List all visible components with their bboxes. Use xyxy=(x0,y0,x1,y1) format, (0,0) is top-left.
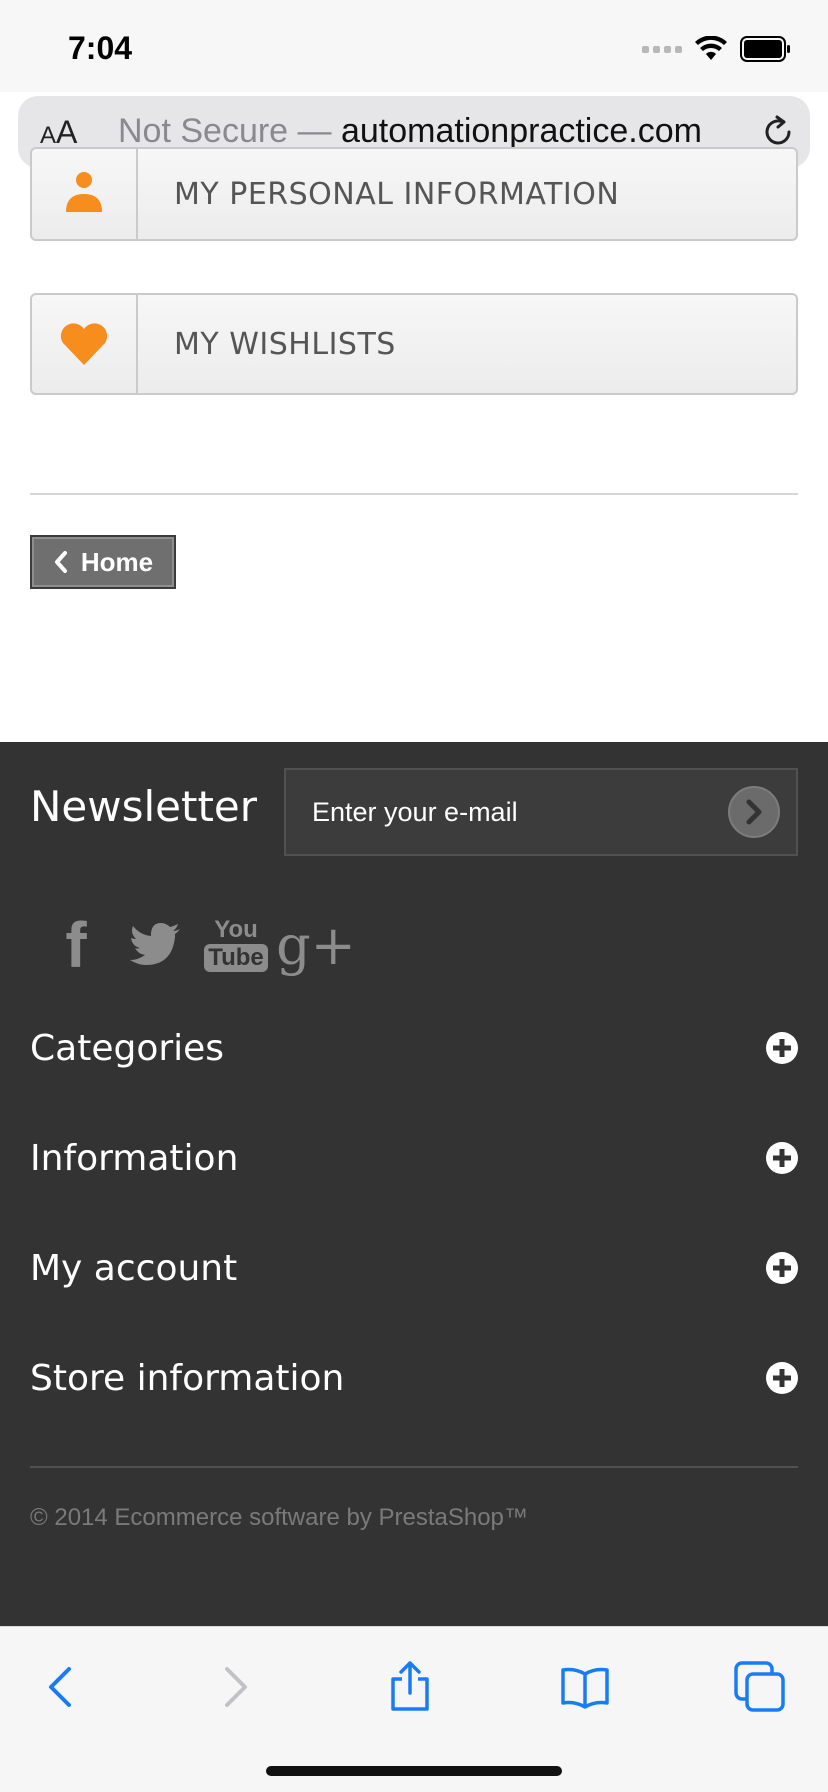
status-bar: 7:04 AA Not Secure — automationpractice.… xyxy=(0,0,828,168)
section-title: Store information xyxy=(30,1357,345,1399)
footer-section-store-information[interactable]: Store information xyxy=(30,1348,798,1408)
divider xyxy=(30,493,798,495)
forward-icon xyxy=(225,1667,247,1707)
plus-circle-icon[interactable] xyxy=(766,1252,798,1284)
footer-section-categories[interactable]: Categories xyxy=(30,1018,798,1078)
status-time: 7:04 xyxy=(68,30,133,66)
bookmarks-button[interactable] xyxy=(555,1657,615,1717)
safari-toolbar xyxy=(0,1626,828,1792)
plus-circle-icon[interactable] xyxy=(766,1032,798,1064)
twitter-icon[interactable] xyxy=(130,914,182,976)
plus-circle-icon[interactable] xyxy=(766,1142,798,1174)
footer-divider xyxy=(30,1466,798,1468)
cellular-signal-icon xyxy=(642,45,682,53)
url-text[interactable]: Not Secure — automationpractice.com xyxy=(118,112,702,151)
newsletter-submit-button[interactable] xyxy=(728,786,780,838)
my-personal-information-link[interactable]: MY PERSONAL INFORMATION xyxy=(30,147,798,241)
footer-section-my-account[interactable]: My account xyxy=(30,1238,798,1298)
home-button-label: Home xyxy=(80,546,154,577)
share-button[interactable] xyxy=(380,1657,440,1717)
user-icon xyxy=(66,172,102,212)
icon-cell xyxy=(32,295,138,393)
plus-circle-icon[interactable] xyxy=(766,1362,798,1394)
chevron-right-icon xyxy=(746,799,762,825)
heart-icon xyxy=(60,323,108,365)
text-size-button[interactable]: AA xyxy=(40,114,77,151)
footer-section-information[interactable]: Information xyxy=(30,1128,798,1188)
copyright-text: © 2014 Ecommerce software by PrestaShop™ xyxy=(30,1504,528,1531)
link-label: MY PERSONAL INFORMATION xyxy=(174,176,620,212)
tabs-icon xyxy=(734,1661,785,1712)
status-icons xyxy=(642,34,792,64)
reload-icon[interactable] xyxy=(760,114,796,150)
back-icon xyxy=(49,1667,71,1707)
section-title: My account xyxy=(30,1247,238,1289)
chevron-left-icon xyxy=(54,551,67,573)
icon-cell xyxy=(32,149,138,239)
section-title: Information xyxy=(30,1137,239,1179)
home-indicator[interactable] xyxy=(266,1766,562,1776)
google-plus-icon[interactable]: g+ xyxy=(276,914,356,977)
social-links: f You Tube g+ xyxy=(50,909,356,981)
battery-icon xyxy=(740,36,790,62)
forward-button[interactable] xyxy=(206,1657,266,1717)
section-title: Categories xyxy=(30,1027,225,1069)
share-icon xyxy=(391,1661,429,1711)
wifi-icon xyxy=(695,36,727,60)
tabs-button[interactable] xyxy=(730,1657,790,1717)
footer: Newsletter f You Tube g+ Categories xyxy=(0,742,828,1626)
my-wishlists-link[interactable]: MY WISHLISTS xyxy=(30,293,798,395)
back-button[interactable] xyxy=(30,1657,90,1717)
home-button[interactable]: Home xyxy=(30,535,176,589)
newsletter-title: Newsletter xyxy=(30,782,258,831)
youtube-icon[interactable]: You Tube xyxy=(204,914,268,976)
link-label: MY WISHLISTS xyxy=(174,326,396,362)
newsletter-form xyxy=(284,768,798,856)
domain-label: automationpractice.com xyxy=(340,112,702,150)
facebook-icon[interactable]: f xyxy=(50,909,102,981)
newsletter-email-input[interactable] xyxy=(286,770,706,854)
security-label: Not Secure — xyxy=(118,112,341,150)
bookmarks-icon xyxy=(561,1667,609,1709)
